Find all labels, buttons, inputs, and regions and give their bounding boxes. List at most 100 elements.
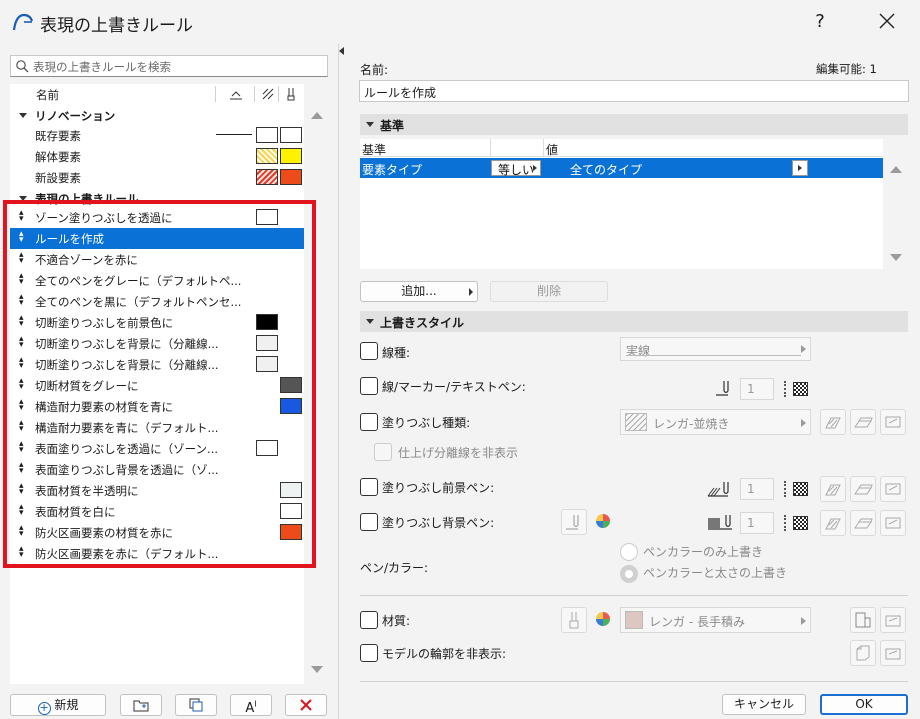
radio-pen-color-only-label: ペンカラーのみ上書き (643, 545, 764, 559)
fill-bg-pen-checkbox[interactable] (360, 513, 378, 531)
panel-divider[interactable] (338, 44, 339, 719)
list-header: 名前 (10, 84, 304, 105)
fill-fg-option-2-icon[interactable] (850, 476, 876, 502)
material-option-1-icon[interactable] (850, 607, 876, 633)
color-wheel-icon[interactable] (595, 611, 611, 627)
operator-dropdown[interactable]: 等しい (491, 160, 541, 177)
highlight-frame (3, 200, 316, 568)
name-label: 名前: (360, 63, 389, 77)
rename-button[interactable]: AI (230, 694, 272, 716)
new-label: 新規 (54, 698, 79, 712)
group-renovation[interactable]: リノベーション (10, 105, 304, 126)
fill-bg-option-3-icon[interactable] (880, 510, 906, 536)
criteria-section-header[interactable]: 基準 (360, 114, 908, 135)
name-input[interactable]: ルールを作成 (359, 80, 909, 102)
fill-column-icon (262, 88, 274, 100)
ok-button[interactable]: OK (820, 694, 908, 715)
fill-type-checkbox[interactable] (360, 413, 378, 431)
criteria-row-selected[interactable]: 要素タイプ 等しい 全てのタイプ (360, 158, 883, 178)
hide-contour-label: モデルの輪郭を非表示: (382, 647, 507, 661)
fill-option-1-icon[interactable] (820, 409, 846, 435)
folder-add-icon (133, 700, 149, 712)
radio-pen-color-weight[interactable] (620, 565, 638, 583)
fill-fg-option-3-icon[interactable] (880, 476, 906, 502)
fill-bg-option-1-icon[interactable] (820, 510, 846, 536)
duplicate-button[interactable] (175, 694, 217, 716)
fill-type-dropdown[interactable]: レンガ-並焼き (620, 409, 811, 435)
search-input[interactable]: 表現の上書きルールを検索 (10, 55, 328, 77)
material-option-2-icon[interactable] (880, 607, 906, 633)
new-button[interactable]: + 新規 (10, 694, 106, 716)
criteria-type: 要素タイプ (362, 163, 423, 177)
duplicate-icon (189, 698, 203, 712)
pen-palette-icon[interactable] (784, 481, 810, 497)
fill-bg-pen-number[interactable]: 1 (740, 512, 774, 534)
scroll-down-icon[interactable] (890, 254, 902, 261)
color-wheel-icon[interactable] (595, 513, 611, 529)
fill-bg-option-2-icon[interactable] (850, 510, 876, 536)
pen-select-icon[interactable] (561, 509, 587, 535)
search-icon (16, 60, 29, 73)
line-type-dropdown[interactable]: 実線 (620, 337, 811, 361)
collapse-panel-icon[interactable] (339, 47, 344, 55)
material-value: レンガ - 長手積み (649, 615, 745, 629)
close-icon[interactable] (872, 8, 902, 36)
pen-icon (720, 515, 732, 530)
item-label: 新設要素 (35, 171, 81, 185)
value-dropdown-button[interactable] (792, 160, 808, 176)
delete-rule-button[interactable] (285, 694, 327, 716)
hide-contour-checkbox[interactable] (360, 644, 378, 662)
line-pen-checkbox[interactable] (360, 377, 378, 395)
fill-swatch (256, 169, 278, 185)
hide-separator-checkbox[interactable] (374, 443, 392, 461)
criteria-table[interactable]: 基準 値 要素タイプ 等しい 全てのタイプ (360, 139, 883, 269)
import-button[interactable] (120, 694, 162, 716)
fill-fg-pen-number[interactable]: 1 (740, 478, 774, 500)
scroll-up-icon[interactable] (311, 112, 323, 119)
style-section-header[interactable]: 上書きスタイル (360, 311, 908, 332)
list-item[interactable]: 解体要素 (10, 146, 304, 167)
help-button[interactable]: ? (808, 10, 832, 34)
section-title: 上書きスタイル (380, 316, 465, 330)
group-label: リノベーション (35, 109, 116, 123)
scroll-up-icon[interactable] (890, 166, 902, 173)
list-item[interactable]: 新設要素 (10, 167, 304, 188)
material-column-icon (287, 88, 295, 101)
criteria-value: 全てのタイプ (570, 163, 643, 177)
material-checkbox[interactable] (360, 611, 378, 629)
add-circle-icon: + (37, 701, 51, 715)
brick-pattern-icon (625, 413, 647, 431)
rename-icon: AI (245, 700, 257, 717)
fill-swatch (256, 127, 278, 143)
fill-fg-option-1-icon[interactable] (820, 476, 846, 502)
fill-option-2-icon[interactable] (850, 409, 876, 435)
delete-criterion-button[interactable]: 削除 (490, 281, 608, 302)
line-sample (216, 134, 252, 135)
cancel-label: キャンセル (733, 697, 794, 711)
pen-palette-icon[interactable] (784, 515, 810, 531)
column-name-header: 名前 (36, 88, 59, 102)
chevron-right-icon (469, 288, 473, 296)
add-criterion-button[interactable]: 追加... (360, 281, 478, 302)
scroll-down-icon[interactable] (311, 666, 323, 673)
contour-option-1-icon[interactable] (850, 640, 876, 666)
fill-type-value: レンガ-並焼き (653, 417, 730, 431)
section-title: 基準 (380, 119, 405, 133)
fill-fg-pen-checkbox[interactable] (360, 478, 378, 496)
column-value: 値 (546, 143, 559, 157)
pen-palette-icon[interactable] (784, 381, 810, 397)
line-column-icon (230, 91, 242, 100)
operator-value: 等しい (498, 163, 535, 177)
list-item[interactable]: 既存要素 (10, 125, 304, 146)
line-pen-number[interactable]: 1 (740, 378, 774, 400)
window-title: 表現の上書きルール (40, 16, 193, 36)
fill-option-3-icon[interactable] (880, 409, 906, 435)
material-dropdown[interactable]: レンガ - 長手積み (620, 607, 811, 633)
cancel-button[interactable]: キャンセル (722, 694, 806, 715)
radio-pen-color-only[interactable] (620, 543, 638, 561)
contour-option-2-icon[interactable] (880, 640, 906, 666)
collapse-arrow-icon[interactable] (19, 113, 27, 118)
editable-count: 編集可能: 1 (816, 62, 877, 76)
line-type-checkbox[interactable] (360, 342, 378, 360)
material-brush-icon[interactable] (561, 607, 587, 633)
